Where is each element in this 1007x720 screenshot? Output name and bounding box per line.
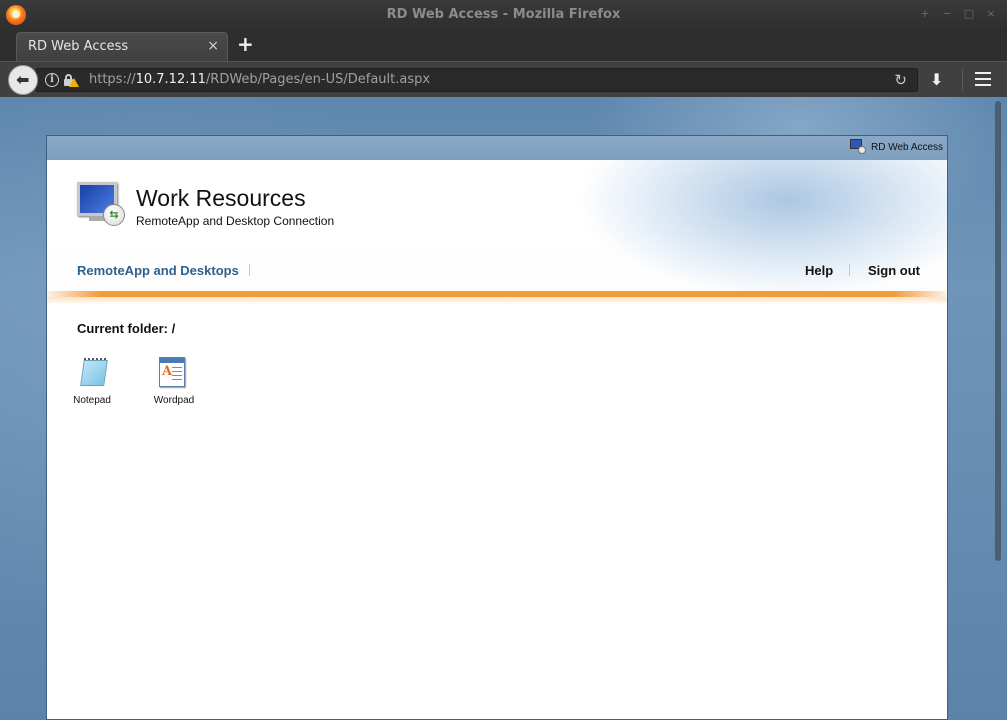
page-scrollbar[interactable] xyxy=(993,99,1003,718)
reload-icon[interactable]: ↻ xyxy=(894,71,907,89)
tab-close-icon[interactable]: × xyxy=(207,38,219,54)
hamburger-menu-icon[interactable] xyxy=(975,72,991,86)
tab-strip: RD Web Access × xyxy=(0,30,1007,61)
url-bar[interactable]: i https://10.7.12.11/RDWeb/Pages/en-US/D… xyxy=(36,68,918,92)
remoteapp-and-desktops-link[interactable]: RemoteApp and Desktops xyxy=(77,263,239,278)
app-label[interactable]: Notepad xyxy=(57,395,127,406)
orange-glow xyxy=(47,297,947,305)
window-title: RD Web Access - Mozilla Firefox xyxy=(386,7,621,22)
panel-topbar: RD Web Access xyxy=(47,136,947,160)
navigation-toolbar: i https://10.7.12.11/RDWeb/Pages/en-US/D… xyxy=(0,61,1007,97)
toolbar-divider xyxy=(962,69,963,91)
url-scheme: https:// xyxy=(89,72,136,87)
page-header: ⇆ Work Resources RemoteApp and Desktop C… xyxy=(47,160,947,296)
app-label[interactable]: Wordpad xyxy=(139,395,209,406)
rd-web-access-panel: RD Web Access ⇆ Work Resources RemoteApp… xyxy=(46,135,948,720)
scrollbar-thumb[interactable] xyxy=(995,101,1001,561)
tab-rd-web-access[interactable]: RD Web Access × xyxy=(16,32,228,61)
new-tab-button[interactable]: + xyxy=(237,33,254,55)
remote-desktop-icon: ⇆ xyxy=(77,180,127,228)
url-host: 10.7.12.11 xyxy=(135,72,206,87)
window-maximize-icon[interactable]: □ xyxy=(962,7,976,20)
rd-web-access-icon xyxy=(850,139,866,154)
back-button[interactable]: ⬅ xyxy=(8,65,38,95)
sign-out-link[interactable]: Sign out xyxy=(868,263,920,278)
url-text[interactable]: https://10.7.12.11/RDWeb/Pages/en-US/Def… xyxy=(89,72,430,87)
download-icon[interactable]: ⬇ xyxy=(930,70,943,89)
back-arrow-icon: ⬅ xyxy=(16,70,30,89)
app-tile-notepad[interactable]: Notepad xyxy=(57,354,127,414)
window-minimize-icon[interactable]: − xyxy=(940,7,954,20)
help-link[interactable]: Help xyxy=(805,263,833,278)
window-titlebar: RD Web Access - Mozilla Firefox + − □ × xyxy=(0,0,1007,30)
wordpad-icon[interactable]: A xyxy=(159,357,185,387)
nav-divider xyxy=(249,264,250,276)
page-title: Work Resources xyxy=(136,185,306,211)
window-add-icon[interactable]: + xyxy=(918,7,932,20)
page-subtitle: RemoteApp and Desktop Connection xyxy=(136,214,335,228)
app-tile-wordpad[interactable]: A Wordpad xyxy=(139,354,209,414)
tab-label: RD Web Access xyxy=(28,39,129,54)
window-close-icon[interactable]: × xyxy=(984,7,998,20)
nav-divider xyxy=(849,264,850,276)
notepad-icon[interactable] xyxy=(80,358,110,388)
current-folder-label: Current folder: / xyxy=(77,321,176,336)
url-path: /RDWeb/Pages/en-US/Default.aspx xyxy=(205,72,431,87)
insecure-lock-icon[interactable] xyxy=(63,73,79,87)
rd-web-access-label: RD Web Access xyxy=(871,142,944,153)
site-info-icon[interactable]: i xyxy=(45,73,59,87)
